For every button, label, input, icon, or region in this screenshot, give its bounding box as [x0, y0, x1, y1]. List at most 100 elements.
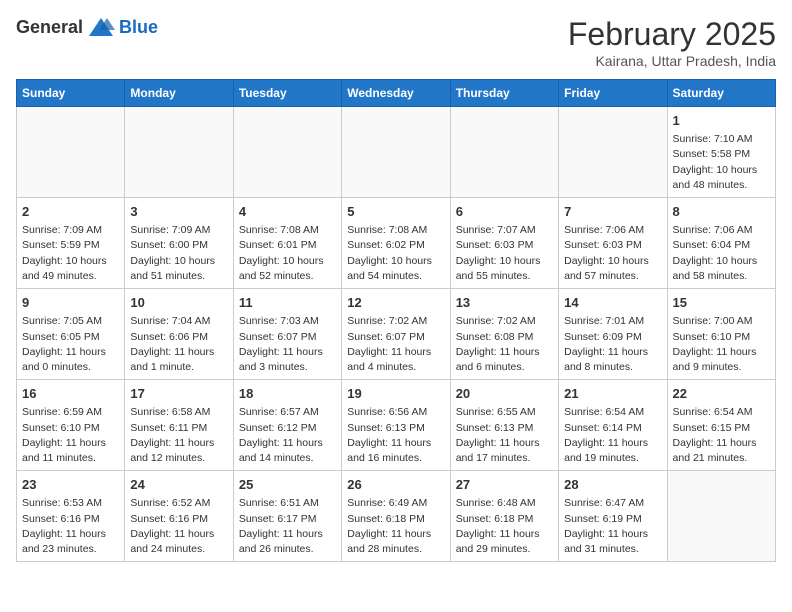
day-info: Sunrise: 7:08 AM Sunset: 6:01 PM Dayligh… — [239, 223, 336, 284]
calendar-cell — [450, 107, 558, 198]
day-info: Sunrise: 6:51 AM Sunset: 6:17 PM Dayligh… — [239, 496, 336, 557]
logo: General Blue — [16, 16, 158, 38]
calendar-cell: 1 Sunrise: 7:10 AM Sunset: 5:58 PM Daylig… — [667, 107, 775, 198]
calendar-cell — [342, 107, 450, 198]
day-number: 1 — [673, 112, 770, 130]
calendar-cell — [667, 471, 775, 562]
day-number: 10 — [130, 294, 227, 312]
calendar-cell — [125, 107, 233, 198]
week-row-4: 23 Sunrise: 6:53 AM Sunset: 6:16 PM Dayli… — [17, 471, 776, 562]
calendar-cell: 17Sunrise: 6:58 AM Sunset: 6:11 PM Dayli… — [125, 380, 233, 471]
day-of-week-friday: Friday — [559, 80, 667, 107]
calendar-cell: 11Sunrise: 7:03 AM Sunset: 6:07 PM Dayli… — [233, 289, 341, 380]
location: Kairana, Uttar Pradesh, India — [568, 53, 776, 69]
calendar-cell: 20Sunrise: 6:55 AM Sunset: 6:13 PM Dayli… — [450, 380, 558, 471]
calendar-cell: 4 Sunrise: 7:08 AM Sunset: 6:01 PM Daylig… — [233, 198, 341, 289]
day-of-week-thursday: Thursday — [450, 80, 558, 107]
day-of-week-monday: Monday — [125, 80, 233, 107]
day-number: 21 — [564, 385, 661, 403]
week-row-1: 2 Sunrise: 7:09 AM Sunset: 5:59 PM Daylig… — [17, 198, 776, 289]
days-of-week-row: SundayMondayTuesdayWednesdayThursdayFrid… — [17, 80, 776, 107]
calendar-cell: 10 Sunrise: 7:04 AM Sunset: 6:06 PM Dayli… — [125, 289, 233, 380]
day-number: 24 — [130, 476, 227, 494]
calendar-cell: 27 Sunrise: 6:48 AM Sunset: 6:18 PM Dayli… — [450, 471, 558, 562]
day-info: Sunrise: 7:05 AM Sunset: 6:05 PM Dayligh… — [22, 314, 119, 375]
calendar-body: 1 Sunrise: 7:10 AM Sunset: 5:58 PM Daylig… — [17, 107, 776, 562]
day-info: Sunrise: 6:47 AM Sunset: 6:19 PM Dayligh… — [564, 496, 661, 557]
calendar-cell: 12 Sunrise: 7:02 AM Sunset: 6:07 PM Dayli… — [342, 289, 450, 380]
day-number: 4 — [239, 203, 336, 221]
day-info: Sunrise: 7:09 AM Sunset: 5:59 PM Dayligh… — [22, 223, 119, 284]
day-info: Sunrise: 6:58 AM Sunset: 6:11 PM Dayligh… — [130, 405, 227, 466]
month-title: February 2025 — [568, 16, 776, 53]
day-info: Sunrise: 7:06 AM Sunset: 6:03 PM Dayligh… — [564, 223, 661, 284]
calendar-cell: 6 Sunrise: 7:07 AM Sunset: 6:03 PM Daylig… — [450, 198, 558, 289]
day-number: 28 — [564, 476, 661, 494]
day-number: 7 — [564, 203, 661, 221]
day-number: 25 — [239, 476, 336, 494]
page-header: General Blue February 2025 Kairana, Utta… — [16, 16, 776, 69]
day-info: Sunrise: 7:09 AM Sunset: 6:00 PM Dayligh… — [130, 223, 227, 284]
day-info: Sunrise: 7:00 AM Sunset: 6:10 PM Dayligh… — [673, 314, 770, 375]
day-number: 19 — [347, 385, 444, 403]
week-row-0: 1 Sunrise: 7:10 AM Sunset: 5:58 PM Daylig… — [17, 107, 776, 198]
day-number: 23 — [22, 476, 119, 494]
day-info: Sunrise: 7:07 AM Sunset: 6:03 PM Dayligh… — [456, 223, 553, 284]
calendar-cell: 16 Sunrise: 6:59 AM Sunset: 6:10 PM Dayli… — [17, 380, 125, 471]
day-number: 20 — [456, 385, 553, 403]
day-number: 12 — [347, 294, 444, 312]
day-info: Sunrise: 6:52 AM Sunset: 6:16 PM Dayligh… — [130, 496, 227, 557]
day-number: 16 — [22, 385, 119, 403]
day-number: 2 — [22, 203, 119, 221]
day-info: Sunrise: 7:10 AM Sunset: 5:58 PM Dayligh… — [673, 132, 770, 193]
day-info: Sunrise: 7:02 AM Sunset: 6:07 PM Dayligh… — [347, 314, 444, 375]
day-info: Sunrise: 6:53 AM Sunset: 6:16 PM Dayligh… — [22, 496, 119, 557]
calendar-cell — [233, 107, 341, 198]
day-number: 18 — [239, 385, 336, 403]
calendar-cell: 15Sunrise: 7:00 AM Sunset: 6:10 PM Dayli… — [667, 289, 775, 380]
calendar-cell: 18 Sunrise: 6:57 AM Sunset: 6:12 PM Dayli… — [233, 380, 341, 471]
day-info: Sunrise: 6:59 AM Sunset: 6:10 PM Dayligh… — [22, 405, 119, 466]
day-number: 22 — [673, 385, 770, 403]
calendar-cell: 22 Sunrise: 6:54 AM Sunset: 6:15 PM Dayli… — [667, 380, 775, 471]
day-number: 3 — [130, 203, 227, 221]
calendar-cell: 21 Sunrise: 6:54 AM Sunset: 6:14 PM Dayli… — [559, 380, 667, 471]
calendar-cell: 28 Sunrise: 6:47 AM Sunset: 6:19 PM Dayli… — [559, 471, 667, 562]
logo-general: General — [16, 17, 83, 38]
day-info: Sunrise: 6:54 AM Sunset: 6:15 PM Dayligh… — [673, 405, 770, 466]
day-of-week-wednesday: Wednesday — [342, 80, 450, 107]
logo-icon — [87, 16, 115, 38]
calendar-header: SundayMondayTuesdayWednesdayThursdayFrid… — [17, 80, 776, 107]
day-info: Sunrise: 6:54 AM Sunset: 6:14 PM Dayligh… — [564, 405, 661, 466]
calendar-cell: 2 Sunrise: 7:09 AM Sunset: 5:59 PM Daylig… — [17, 198, 125, 289]
calendar-cell: 25 Sunrise: 6:51 AM Sunset: 6:17 PM Dayli… — [233, 471, 341, 562]
day-info: Sunrise: 7:06 AM Sunset: 6:04 PM Dayligh… — [673, 223, 770, 284]
day-info: Sunrise: 7:04 AM Sunset: 6:06 PM Dayligh… — [130, 314, 227, 375]
day-number: 27 — [456, 476, 553, 494]
calendar-cell: 9 Sunrise: 7:05 AM Sunset: 6:05 PM Daylig… — [17, 289, 125, 380]
day-of-week-tuesday: Tuesday — [233, 80, 341, 107]
day-number: 14 — [564, 294, 661, 312]
day-of-week-saturday: Saturday — [667, 80, 775, 107]
day-number: 5 — [347, 203, 444, 221]
day-number: 9 — [22, 294, 119, 312]
day-of-week-sunday: Sunday — [17, 80, 125, 107]
calendar-cell: 14 Sunrise: 7:01 AM Sunset: 6:09 PM Dayli… — [559, 289, 667, 380]
day-info: Sunrise: 6:57 AM Sunset: 6:12 PM Dayligh… — [239, 405, 336, 466]
calendar-cell: 23 Sunrise: 6:53 AM Sunset: 6:16 PM Dayli… — [17, 471, 125, 562]
calendar-cell: 13Sunrise: 7:02 AM Sunset: 6:08 PM Dayli… — [450, 289, 558, 380]
day-info: Sunrise: 7:02 AM Sunset: 6:08 PM Dayligh… — [456, 314, 553, 375]
day-info: Sunrise: 6:48 AM Sunset: 6:18 PM Dayligh… — [456, 496, 553, 557]
calendar-cell: 5 Sunrise: 7:08 AM Sunset: 6:02 PM Daylig… — [342, 198, 450, 289]
calendar-cell: 8 Sunrise: 7:06 AM Sunset: 6:04 PM Daylig… — [667, 198, 775, 289]
day-info: Sunrise: 7:01 AM Sunset: 6:09 PM Dayligh… — [564, 314, 661, 375]
calendar-cell: 26Sunrise: 6:49 AM Sunset: 6:18 PM Dayli… — [342, 471, 450, 562]
day-info: Sunrise: 6:49 AM Sunset: 6:18 PM Dayligh… — [347, 496, 444, 557]
week-row-2: 9 Sunrise: 7:05 AM Sunset: 6:05 PM Daylig… — [17, 289, 776, 380]
day-number: 8 — [673, 203, 770, 221]
calendar-cell — [559, 107, 667, 198]
day-info: Sunrise: 7:08 AM Sunset: 6:02 PM Dayligh… — [347, 223, 444, 284]
title-block: February 2025 Kairana, Uttar Pradesh, In… — [568, 16, 776, 69]
calendar-cell: 19Sunrise: 6:56 AM Sunset: 6:13 PM Dayli… — [342, 380, 450, 471]
day-number: 6 — [456, 203, 553, 221]
